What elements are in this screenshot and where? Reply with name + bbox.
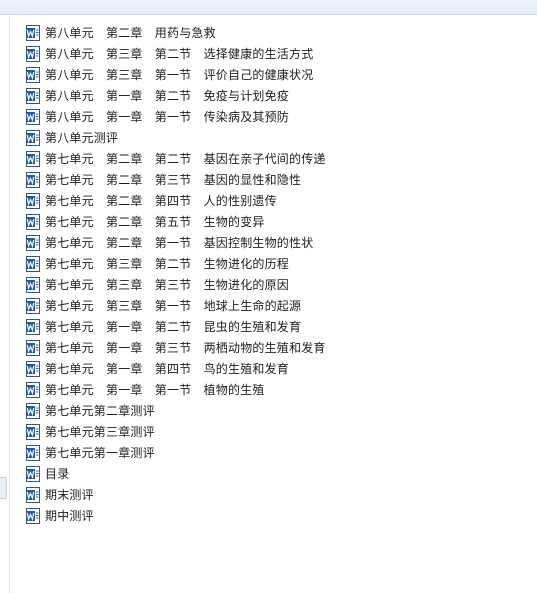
file-name: 第八单元 第二章 用药与急救 xyxy=(45,26,216,40)
file-name: 第七单元 第二章 第一节 基因控制生物的性状 xyxy=(45,236,314,250)
file-name: 第七单元第二章测评 xyxy=(45,404,155,418)
file-item[interactable]: 第七单元 第二章 第二节 基因在亲子代间的传递 xyxy=(26,148,326,169)
word-document-icon xyxy=(26,381,40,398)
file-name: 第七单元 第二章 第二节 基因在亲子代间的传递 xyxy=(45,152,326,166)
file-explorer-window: 第八单元 第二章 用药与急救第八单元 第三章 第二节 选择健康的生活方式 第八单元… xyxy=(0,0,537,593)
file-item[interactable]: 第七单元 第二章 第一节 基因控制生物的性状 xyxy=(26,232,326,253)
file-name: 第七单元 第三章 第二节 生物进化的历程 xyxy=(45,257,290,271)
file-name: 第七单元 第三章 第一节 地球上生命的起源 xyxy=(45,299,302,313)
word-document-icon xyxy=(26,192,40,209)
file-item[interactable]: 第八单元 第二章 用药与急救 xyxy=(26,22,326,43)
file-item[interactable]: 目录 xyxy=(26,463,326,484)
file-item[interactable]: 期中测评 xyxy=(26,505,326,526)
word-document-icon xyxy=(26,507,40,524)
word-document-icon xyxy=(26,108,40,125)
word-document-icon xyxy=(26,213,40,230)
file-item[interactable]: 第七单元 第一章 第三节 两栖动物的生殖和发育 xyxy=(26,337,326,358)
word-document-icon xyxy=(26,444,40,461)
pane-resize-handle[interactable] xyxy=(0,477,7,499)
word-document-icon xyxy=(26,66,40,83)
file-name: 第八单元 第三章 第一节 评价自己的健康状况 xyxy=(45,68,314,82)
word-document-icon xyxy=(26,297,40,314)
file-item[interactable]: 第七单元 第三章 第一节 地球上生命的起源 xyxy=(26,295,326,316)
word-document-icon xyxy=(26,171,40,188)
file-name: 第七单元 第一章 第二节 昆虫的生殖和发育 xyxy=(45,320,302,334)
file-name: 第八单元 第一章 第一节 传染病及其预防 xyxy=(45,110,290,124)
word-document-icon xyxy=(26,150,40,167)
file-name: 第七单元第一章测评 xyxy=(45,446,155,460)
file-name: 第七单元 第二章 第三节 基因的显性和隐性 xyxy=(45,173,302,187)
word-document-icon xyxy=(26,87,40,104)
file-name: 第七单元 第一章 第三节 两栖动物的生殖和发育 xyxy=(45,341,326,355)
word-document-icon xyxy=(26,402,40,419)
file-item[interactable]: 第七单元 第二章 第四节 人的性别遗传 xyxy=(26,190,326,211)
file-name: 期末测评 xyxy=(45,488,94,502)
word-document-icon xyxy=(26,465,40,482)
file-list: 第八单元 第二章 用药与急救第八单元 第三章 第二节 选择健康的生活方式 第八单元… xyxy=(26,22,326,526)
navigation-pane[interactable] xyxy=(0,15,10,593)
file-item[interactable]: 第八单元 第三章 第一节 评价自己的健康状况 xyxy=(26,64,326,85)
file-name: 第八单元 第一章 第二节 免疫与计划免疫 xyxy=(45,89,290,103)
word-document-icon xyxy=(26,318,40,335)
toolbar-strip xyxy=(0,0,537,15)
file-item[interactable]: 第七单元 第二章 第五节 生物的变异 xyxy=(26,211,326,232)
word-document-icon xyxy=(26,276,40,293)
file-item[interactable]: 第七单元 第一章 第四节 鸟的生殖和发育 xyxy=(26,358,326,379)
file-name: 第七单元 第一章 第四节 鸟的生殖和发育 xyxy=(45,362,290,376)
file-item[interactable]: 第八单元 第一章 第二节 免疫与计划免疫 xyxy=(26,85,326,106)
file-name: 目录 xyxy=(45,467,70,481)
word-document-icon xyxy=(26,45,40,62)
word-document-icon xyxy=(26,255,40,272)
file-name: 第七单元 第一章 第一节 植物的生殖 xyxy=(45,383,265,397)
word-document-icon xyxy=(26,234,40,251)
file-item[interactable]: 第七单元第三章测评 xyxy=(26,421,326,442)
file-item[interactable]: 第七单元 第一章 第二节 昆虫的生殖和发育 xyxy=(26,316,326,337)
file-item[interactable]: 第七单元 第三章 第三节 生物进化的原因 xyxy=(26,274,326,295)
file-item[interactable]: 第七单元 第一章 第一节 植物的生殖 xyxy=(26,379,326,400)
file-name: 第七单元 第二章 第五节 生物的变异 xyxy=(45,215,265,229)
word-document-icon xyxy=(26,339,40,356)
file-item[interactable]: 第七单元 第二章 第三节 基因的显性和隐性 xyxy=(26,169,326,190)
file-name: 第七单元第三章测评 xyxy=(45,425,155,439)
file-name: 第七单元 第三章 第三节 生物进化的原因 xyxy=(45,278,290,292)
word-document-icon xyxy=(26,129,40,146)
file-name: 期中测评 xyxy=(45,509,94,523)
file-item[interactable]: 第七单元第二章测评 xyxy=(26,400,326,421)
file-item[interactable]: 第八单元 第一章 第一节 传染病及其预防 xyxy=(26,106,326,127)
file-name: 第八单元 第三章 第二节 选择健康的生活方式 xyxy=(45,47,314,61)
file-item[interactable]: 期末测评 xyxy=(26,484,326,505)
file-name: 第七单元 第二章 第四节 人的性别遗传 xyxy=(45,194,277,208)
word-document-icon xyxy=(26,423,40,440)
file-item[interactable]: 第七单元 第三章 第二节 生物进化的历程 xyxy=(26,253,326,274)
word-document-icon xyxy=(26,24,40,41)
file-item[interactable]: 第八单元 第三章 第二节 选择健康的生活方式 xyxy=(26,43,326,64)
file-name: 第八单元测评 xyxy=(45,131,119,145)
file-item[interactable]: 第八单元测评 xyxy=(26,127,326,148)
word-document-icon xyxy=(26,486,40,503)
word-document-icon xyxy=(26,360,40,377)
file-item[interactable]: 第七单元第一章测评 xyxy=(26,442,326,463)
